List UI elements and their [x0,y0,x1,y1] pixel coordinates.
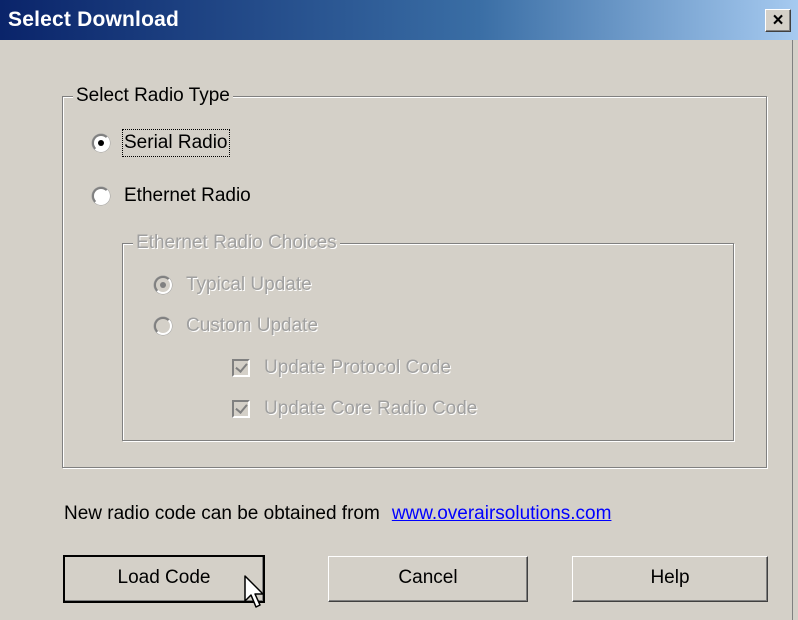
window-frame-right [792,40,798,620]
update-core-label: Update Core Radio Code [264,398,478,419]
ethernet-choices-legend: Ethernet Radio Choices [133,232,340,254]
website-link[interactable]: www.overairsolutions.com [392,503,612,524]
typical-update-label: Typical Update [186,274,312,295]
custom-update-label: Custom Update [186,315,319,336]
update-core-checkbox[interactable] [232,400,250,418]
load-code-label: Load Code [117,567,211,588]
mouse-pointer-icon [244,575,264,608]
cancel-label: Cancel [398,567,458,588]
update-protocol-checkbox[interactable] [232,359,250,377]
typical-update-option[interactable]: Typical Update [154,273,354,299]
serial-radio-button[interactable] [92,134,110,152]
ethernet-radio-label: Ethernet Radio [124,185,251,206]
custom-update-option[interactable]: Custom Update [154,314,354,340]
info-text: New radio code can be obtained from [64,503,380,524]
update-protocol-label: Update Protocol Code [264,357,451,378]
help-label: Help [650,567,690,588]
close-button[interactable]: × [765,9,791,32]
update-protocol-option[interactable]: Update Protocol Code [232,356,492,382]
close-icon: × [772,10,784,31]
title-bar: Select Download × [0,0,798,40]
typical-update-radio[interactable] [154,276,172,294]
custom-update-radio[interactable] [154,317,172,335]
serial-radio-label: Serial Radio [122,129,230,157]
window-title: Select Download [8,8,180,31]
update-core-option[interactable]: Update Core Radio Code [232,397,522,423]
serial-radio-option[interactable]: Serial Radio [92,129,292,157]
info-text-line: New radio code can be obtained from www.o… [64,502,611,526]
help-button[interactable]: Help [572,556,768,602]
cancel-button[interactable]: Cancel [328,556,528,602]
ethernet-radio-button[interactable] [92,187,110,205]
load-code-button[interactable]: Load Code [63,555,265,603]
radio-type-legend: Select Radio Type [73,85,233,107]
ethernet-radio-option[interactable]: Ethernet Radio [92,184,292,210]
